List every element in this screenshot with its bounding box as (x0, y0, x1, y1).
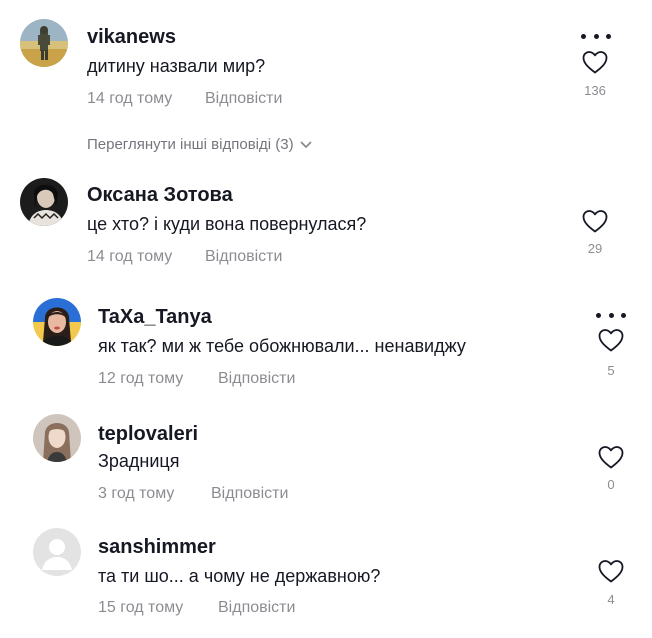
heart-icon (598, 560, 624, 583)
comment-text: Зрадниця (98, 451, 180, 471)
dot (581, 33, 586, 39)
like-count: 5 (607, 363, 615, 378)
like-count: 29 (587, 241, 603, 256)
reply-button[interactable]: Відповісти (205, 247, 282, 267)
dot (621, 312, 626, 318)
comment-timestamp: 3 год тому (98, 485, 175, 502)
comment-text: це хто? і куди вона повернулася? (87, 214, 367, 234)
comment-text: як так? ми ж тебе обожнювали... ненавидж… (98, 336, 466, 356)
dot (608, 312, 614, 318)
more-options-button[interactable] (581, 30, 611, 42)
like-count: 0 (607, 477, 615, 492)
avatar[interactable] (33, 414, 81, 462)
view-more-label: Переглянути інші відповіді (3) (87, 136, 294, 153)
comment-timestamp: 15 год тому (98, 599, 184, 616)
avatar[interactable] (20, 19, 68, 67)
dot (596, 312, 601, 318)
comment-username[interactable]: teplovaleri (98, 422, 198, 446)
avatar[interactable] (33, 298, 81, 346)
comment-item: vikanews дитину назвали мир? 136 14 год … (0, 0, 652, 130)
like-button[interactable] (597, 558, 625, 584)
like-count: 4 (607, 592, 615, 607)
more-options-button[interactable] (596, 309, 626, 321)
like-count: 136 (584, 83, 606, 98)
like-button[interactable] (597, 444, 625, 470)
view-more-replies-button[interactable]: Переглянути інші відповіді (3) (87, 135, 312, 155)
heart-icon (598, 329, 624, 352)
soldier-photo-avatar-icon (20, 19, 68, 67)
comment-text: та ти шо... а чому не державною? (98, 566, 381, 586)
heart-icon (582, 51, 608, 74)
dot (606, 33, 611, 39)
like-button[interactable] (581, 49, 609, 75)
heart-icon (598, 446, 624, 469)
reply-button[interactable]: Відповісти (205, 89, 282, 109)
comment-username[interactable]: TaXa_Tanya (98, 305, 212, 329)
comment-timestamp: 14 год тому (87, 90, 173, 107)
comment-username[interactable]: sanshimmer (98, 535, 216, 559)
woman-flag-photo-avatar-icon (33, 298, 81, 346)
dot (593, 33, 599, 39)
comment-item: sanshimmer та ти шо... а чому не державн… (0, 518, 652, 636)
comment-item: Оксана Зотова це хто? і куди вона поверн… (0, 170, 652, 280)
comment-item: TaXa_Tanya як так? ми ж тебе обожнювали.… (0, 290, 652, 400)
comment-timestamp: 14 год тому (87, 248, 173, 265)
like-button[interactable] (581, 208, 609, 234)
comment-text: дитину назвали мир? (87, 56, 266, 76)
chevron-down-icon (300, 141, 311, 148)
woman-photo-avatar-icon (20, 178, 68, 226)
comment-username[interactable]: Оксана Зотова (87, 183, 233, 207)
reply-button[interactable]: Відповісти (211, 484, 288, 504)
heart-icon (582, 210, 608, 233)
avatar[interactable] (20, 178, 68, 226)
woman-photo-avatar-icon (33, 414, 81, 462)
reply-button[interactable]: Відповісти (218, 369, 295, 389)
comment-username[interactable]: vikanews (87, 25, 176, 49)
default-user-avatar-icon (33, 528, 81, 576)
comment-item: teplovaleri Зрадниця 0 3 год тому Відпов… (0, 404, 652, 514)
comment-timestamp: 12 год тому (98, 370, 184, 387)
avatar[interactable] (33, 528, 81, 576)
reply-button[interactable]: Відповісти (218, 598, 295, 618)
like-button[interactable] (597, 327, 625, 353)
